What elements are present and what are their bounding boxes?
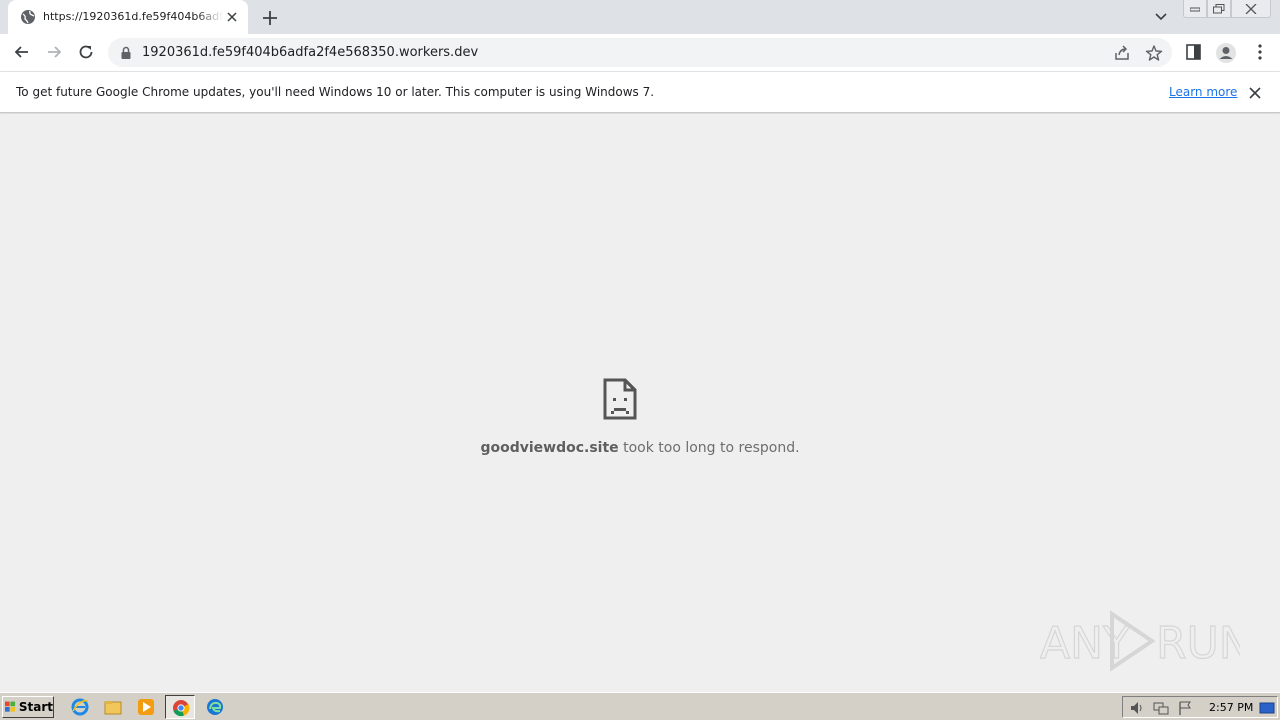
tab-close-icon[interactable] (224, 9, 240, 25)
close-window-button[interactable] (1231, 0, 1271, 18)
browser-toolbar: 1920361d.fe59f404b6adfa2f4e568350.worker… (0, 34, 1280, 71)
windows-logo-icon (5, 701, 16, 712)
tab-search-chevron-icon[interactable] (1152, 9, 1170, 25)
volume-icon[interactable] (1129, 700, 1145, 716)
minimize-button[interactable] (1183, 0, 1207, 18)
reload-icon[interactable] (76, 42, 96, 62)
update-infobar: To get future Google Chrome updates, you… (0, 71, 1280, 113)
error-message: goodviewdoc.site took too long to respon… (0, 440, 1280, 456)
lock-icon[interactable] (120, 45, 132, 64)
back-icon[interactable] (12, 42, 32, 62)
action-center-flag-icon[interactable] (1177, 700, 1193, 716)
media-player-icon[interactable] (137, 698, 155, 716)
infobar-message: To get future Google Chrome updates, you… (16, 85, 655, 99)
sad-document-icon (603, 378, 637, 424)
side-panel-icon[interactable] (1184, 42, 1204, 62)
error-text: took too long to respond. (618, 440, 800, 456)
restore-icon (1213, 3, 1225, 13)
system-tray: 2:57 PM (1122, 696, 1278, 718)
new-tab-icon[interactable] (260, 8, 280, 28)
start-label: Start (18, 700, 53, 714)
browser-tab[interactable]: https://1920361d.fe59f404b6adfa2f4e56835… (8, 0, 248, 34)
address-bar[interactable]: 1920361d.fe59f404b6adfa2f4e568350.worker… (108, 38, 1172, 67)
network-icon[interactable] (1153, 700, 1169, 716)
start-button[interactable]: Start (2, 696, 54, 718)
windows-taskbar: Start 2:57 PM (0, 692, 1280, 720)
edge-icon[interactable] (206, 698, 224, 716)
learn-more-link[interactable]: Learn more (1169, 85, 1237, 99)
watermark-text-right: RUN (1156, 618, 1240, 669)
url-text: 1920361d.fe59f404b6adfa2f4e568350.worker… (142, 45, 479, 60)
bookmark-star-icon[interactable] (1145, 44, 1163, 62)
tab-title: https://1920361d.fe59f404b6adfa2f4e56835… (43, 10, 223, 23)
restore-button[interactable] (1207, 0, 1231, 18)
close-icon (1245, 3, 1257, 14)
forward-icon[interactable] (44, 42, 64, 62)
profile-avatar-icon[interactable] (1215, 42, 1236, 63)
tab-strip: https://1920361d.fe59f404b6adfa2f4e56835… (0, 0, 1280, 34)
show-desktop-icon[interactable] (1259, 700, 1275, 716)
taskbar-clock[interactable]: 2:57 PM (1209, 701, 1253, 714)
share-icon[interactable] (1113, 44, 1131, 62)
internet-explorer-icon[interactable] (71, 698, 89, 716)
menu-kebab-icon[interactable] (1250, 42, 1270, 62)
infobar-close-icon[interactable] (1248, 85, 1262, 99)
error-host: goodviewdoc.site (480, 440, 619, 456)
watermark-text-left: ANY (1040, 618, 1130, 669)
globe-icon (20, 9, 36, 29)
error-page: goodviewdoc.site took too long to respon… (0, 114, 1280, 692)
file-explorer-icon[interactable] (104, 698, 122, 716)
anyrun-watermark-logo: ANY RUN (1040, 610, 1240, 672)
minimize-icon (1190, 7, 1200, 11)
chrome-taskbar-icon[interactable] (165, 695, 195, 719)
